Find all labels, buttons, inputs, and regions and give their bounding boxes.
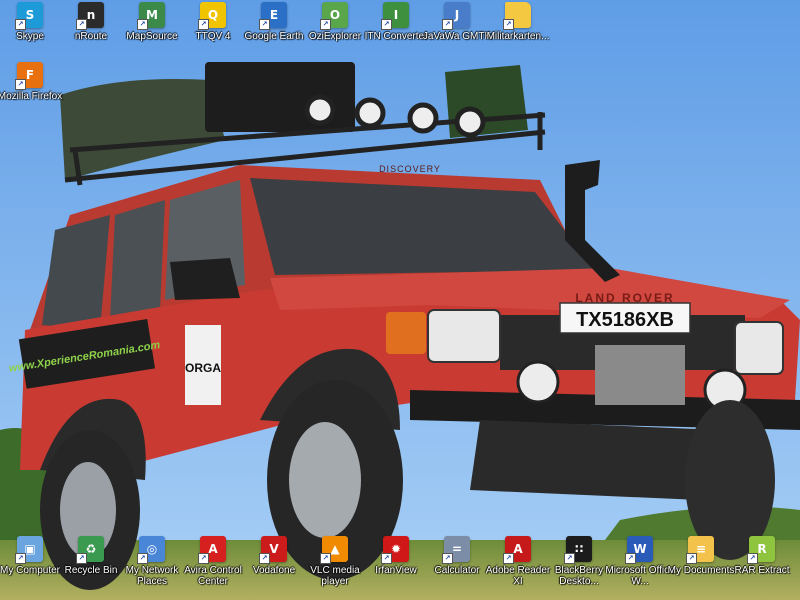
desktop-icon-label: MapSource — [126, 31, 178, 42]
desktop-wallpaper: TX5186XB LAND ROVER DISCOVERY ORGA www.X… — [0, 0, 800, 600]
shortcut-arrow-icon: ↗ — [198, 553, 209, 564]
shortcut-arrow-icon: ↗ — [137, 19, 148, 30]
fog-light-left — [516, 360, 560, 404]
hood-brand-text: LAND ROVER — [575, 291, 674, 305]
desktop-icon-label: ITN Converter — [364, 31, 428, 42]
winch — [595, 345, 685, 405]
shortcut-arrow-icon: ↗ — [442, 553, 453, 564]
roof-box — [205, 62, 355, 132]
desktop-icon-label: Skype — [16, 31, 44, 42]
itn-converter-icon: I ↗ — [381, 2, 409, 30]
shortcut-arrow-icon: ↗ — [259, 553, 270, 564]
desktop-icon-label: Vodafone — [252, 565, 296, 576]
shortcut-arrow-icon: ↗ — [503, 19, 514, 30]
ttqv-icon: Q ↗ — [198, 2, 226, 30]
indicator-left — [386, 312, 426, 354]
shortcut-arrow-icon: ↗ — [15, 79, 26, 90]
desktop-icon-label: TTQV 4 — [195, 31, 231, 42]
shortcut-arrow-icon: ↗ — [442, 19, 453, 30]
side-mirror — [170, 258, 240, 300]
desktop-icon-label: Mozilla Firefox — [0, 91, 63, 102]
hood-model-text: DISCOVERY — [379, 164, 441, 174]
shortcut-arrow-icon: ↗ — [76, 553, 87, 564]
vlc-icon: ▲ ↗ — [320, 536, 348, 564]
shortcut-arrow-icon: ↗ — [747, 553, 758, 564]
shortcut-arrow-icon: ↗ — [381, 19, 392, 30]
shortcut-arrow-icon: ↗ — [259, 19, 270, 30]
oziexplorer-icon: O ↗ — [320, 2, 348, 30]
calculator-icon: = ↗ — [442, 536, 470, 564]
headlight-right — [734, 321, 784, 375]
shortcut-arrow-icon: ↗ — [76, 19, 87, 30]
license-plate-text: TX5186XB — [576, 309, 674, 331]
vodafone-icon: V ↗ — [259, 536, 287, 564]
shortcut-arrow-icon: ↗ — [503, 553, 514, 564]
desktop-icon-label: nRoute — [74, 31, 108, 42]
desktop-icon-label: Google Earth — [244, 31, 304, 42]
desktop-icon-label: OziExplorer — [308, 31, 362, 42]
desktop-icon-label: Calculator — [434, 565, 480, 576]
recycle-bin-icon: ♻ ↗ — [76, 536, 104, 564]
google-earth-icon: E ↗ — [259, 2, 287, 30]
blackberry-icon: ∷ ↗ — [564, 536, 592, 564]
desktop-icon-label: Recycle Bin — [64, 565, 118, 576]
adobe-reader-icon: A ↗ — [503, 536, 531, 564]
headlight-left — [427, 309, 501, 363]
desktop-icon-firefox[interactable]: F ↗ Mozilla Firefox — [0, 62, 67, 102]
rar-extract-icon: R ↗ — [747, 536, 775, 564]
shortcut-arrow-icon: ↗ — [381, 553, 392, 564]
shortcut-arrow-icon: ↗ — [320, 553, 331, 564]
my-documents-icon: ≡ ↗ — [686, 536, 714, 564]
shortcut-arrow-icon: ↗ — [686, 553, 697, 564]
firefox-icon: F ↗ — [15, 62, 43, 90]
desktop-icon-label: Militarkarten... — [486, 31, 550, 42]
door-sticker-text: ORGA — [185, 361, 221, 375]
shortcut-arrow-icon: ↗ — [137, 553, 148, 564]
shortcut-arrow-icon: ↗ — [625, 553, 636, 564]
desktop-icon-label: IrfanView — [375, 565, 417, 576]
desktop-icon-folder[interactable]: ↗ Militarkarten... — [481, 2, 555, 42]
shortcut-arrow-icon: ↗ — [15, 19, 26, 30]
desktop-icon-label: My Computer — [0, 565, 60, 576]
car-skid-plate — [470, 420, 720, 500]
folder-icon: ↗ — [503, 2, 531, 30]
desktop-icon-rar-extract[interactable]: R ↗ RAR Extract — [725, 536, 799, 576]
avira-icon: A ↗ — [198, 536, 226, 564]
skype-icon: S ↗ — [15, 2, 43, 30]
ms-word-icon: W ↗ — [625, 536, 653, 564]
javawa-icon: J ↗ — [442, 2, 470, 30]
mapsource-icon: M ↗ — [137, 2, 165, 30]
network-places-icon: ◎ ↗ — [137, 536, 165, 564]
nroute-icon: n ↗ — [76, 2, 104, 30]
my-computer-icon: ▣ ↗ — [15, 536, 43, 564]
irfanview-icon: ✹ ↗ — [381, 536, 409, 564]
desktop-icon-label: RAR Extract — [734, 565, 790, 576]
shortcut-arrow-icon: ↗ — [564, 553, 575, 564]
shortcut-arrow-icon: ↗ — [320, 19, 331, 30]
shortcut-arrow-icon: ↗ — [15, 553, 26, 564]
shortcut-arrow-icon: ↗ — [198, 19, 209, 30]
car-rear-window — [110, 200, 165, 320]
